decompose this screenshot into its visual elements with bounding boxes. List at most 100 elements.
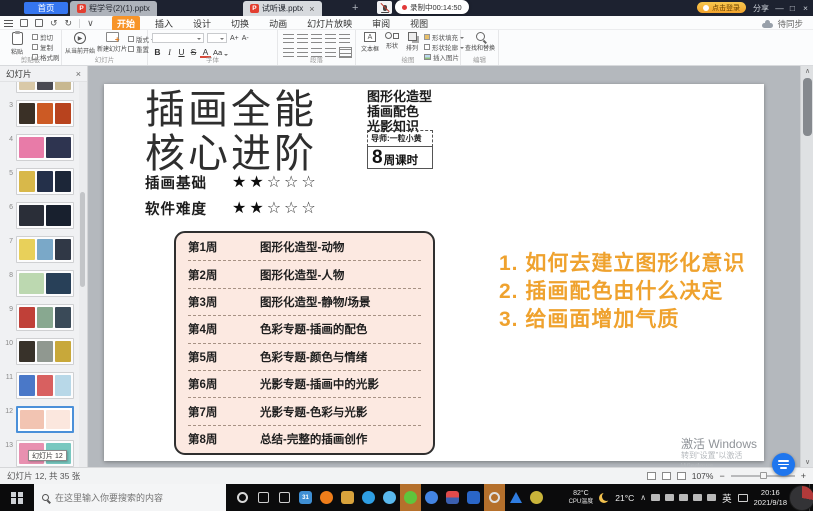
slide-thumbnail[interactable]: 11 <box>2 372 78 406</box>
recording-indicator[interactable]: 录制中00:14:50 <box>395 0 469 14</box>
slide-thumbnail-image[interactable] <box>16 82 74 93</box>
slide-thumbnail[interactable]: 7 <box>2 236 78 270</box>
ribbon-tab[interactable]: 设计 <box>188 16 216 31</box>
ribbon-tab[interactable]: 动画 <box>264 16 292 31</box>
wechat-icon[interactable] <box>400 484 421 511</box>
slide-thumbnail-image[interactable] <box>16 304 74 331</box>
minimize-button[interactable]: — <box>773 3 786 13</box>
ribbon-tab[interactable]: 视图 <box>405 16 433 31</box>
close-button[interactable]: × <box>799 3 812 13</box>
cut-button[interactable]: 剪切 <box>32 33 60 41</box>
slide-thumbnail[interactable]: 10 <box>2 338 78 372</box>
login-button[interactable]: 点击登录 <box>697 2 746 13</box>
paste-button[interactable]: 粘贴 <box>5 32 29 56</box>
print-icon[interactable] <box>35 19 43 27</box>
slide-thumbnail[interactable]: 9 <box>2 304 78 338</box>
slide-thumbnail[interactable]: 4 <box>2 134 78 168</box>
panel-scrollbar-thumb[interactable] <box>80 192 85 287</box>
panel-close-icon[interactable]: × <box>76 69 81 79</box>
slide-thumbnail-image[interactable] <box>16 134 74 161</box>
arrange-button[interactable]: 排列 <box>402 32 422 52</box>
slide-thumbnail[interactable]: 3 <box>2 100 78 134</box>
redo-icon[interactable]: ↻ <box>65 18 73 28</box>
current-slide[interactable]: 插画全能 核心进阶 图形化造型插画配色光影知识 导师:一粒小黄 8 周课时 插画… <box>104 84 764 461</box>
map-icon[interactable] <box>505 484 526 511</box>
store-icon[interactable] <box>274 484 295 511</box>
ribbon-tab[interactable]: 幻灯片放映 <box>302 16 357 31</box>
textbox-button[interactable]: A 文本框 <box>358 32 382 53</box>
slide-thumbnail-image[interactable] <box>16 100 74 127</box>
slide-thumbnail-image[interactable] <box>16 406 74 433</box>
canvas-scrollbar[interactable]: ∧ ∨ <box>800 66 813 467</box>
chevron-up-icon[interactable]: ∧ <box>640 494 646 502</box>
numbering-icon[interactable] <box>297 34 308 43</box>
browser-icon[interactable] <box>421 484 442 511</box>
folder-tray-icon[interactable] <box>679 494 688 501</box>
shapes-button[interactable]: 形状 <box>382 32 402 50</box>
calendar-icon[interactable]: 31 <box>295 484 316 511</box>
shape-fill-button[interactable]: 形状填充 <box>424 33 464 41</box>
volume-icon[interactable] <box>707 494 716 501</box>
play-from-current-button[interactable]: ▶ 从当前开始 <box>64 32 96 55</box>
clock-widget[interactable]: 20:16 2021/9/18 <box>754 488 787 507</box>
cortana-icon[interactable] <box>232 484 253 511</box>
font-name-select[interactable] <box>152 33 204 43</box>
taskbar-search[interactable] <box>34 484 226 511</box>
slide-thumbnail[interactable]: 6 <box>2 202 78 236</box>
zoom-out-button[interactable]: − <box>719 472 724 481</box>
edge-icon[interactable] <box>358 484 379 511</box>
line-spacing-icon[interactable] <box>339 34 350 43</box>
chat-assistant-button[interactable] <box>772 453 795 476</box>
new-tab-button[interactable]: + <box>352 1 358 15</box>
firefox-icon[interactable] <box>316 484 337 511</box>
ribbon-tab[interactable]: 切换 <box>226 16 254 31</box>
zoom-slider-knob[interactable] <box>760 472 767 479</box>
file-explorer-icon[interactable] <box>337 484 358 511</box>
recorder-floating-button[interactable] <box>789 485 813 511</box>
decrease-indent-icon[interactable] <box>311 34 322 43</box>
slide-thumbnail-image[interactable] <box>16 202 74 229</box>
find-replace-button[interactable]: 查找和替换 <box>463 32 497 52</box>
scroll-up-icon[interactable]: ∧ <box>801 67 813 75</box>
tab-close-icon[interactable]: × <box>309 4 314 14</box>
document-tab[interactable]: P 试听课.pptx × <box>243 1 322 16</box>
slide-thumbnail[interactable]: 8 <box>2 270 78 304</box>
game-icon[interactable] <box>526 484 547 511</box>
slide-thumbnail[interactable]: 2 <box>2 82 78 100</box>
new-slide-button[interactable]: 新建幻灯片 <box>96 32 128 53</box>
network-icon[interactable] <box>693 494 702 501</box>
customize-toolbar-icon[interactable]: ∨ <box>87 18 94 28</box>
slide-thumbnail-image[interactable] <box>16 270 74 297</box>
ie-icon[interactable] <box>379 484 400 511</box>
cloud-tray-icon[interactable] <box>651 494 660 501</box>
recorder-icon[interactable] <box>484 484 505 511</box>
slide-thumbnail-image[interactable] <box>16 168 74 195</box>
grow-font-button[interactable]: A+ <box>230 35 239 42</box>
font-size-select[interactable] <box>207 33 227 43</box>
security-icon[interactable] <box>442 484 463 511</box>
menu-icon[interactable] <box>4 20 13 27</box>
slideshow-view-icon[interactable] <box>677 472 686 480</box>
ribbon-tab[interactable]: 插入 <box>150 16 178 31</box>
shrink-font-button[interactable]: A- <box>242 35 249 42</box>
usb-icon[interactable] <box>665 494 674 501</box>
home-tab[interactable]: 首页 <box>24 2 68 14</box>
scroll-down-icon[interactable]: ∨ <box>801 458 813 466</box>
task-view-icon[interactable] <box>253 484 274 511</box>
ime-indicator[interactable]: 英 <box>722 491 732 505</box>
normal-view-icon[interactable] <box>647 472 656 480</box>
start-button[interactable] <box>0 484 34 511</box>
save-icon[interactable] <box>20 19 28 27</box>
undo-icon[interactable]: ↺ <box>50 18 58 28</box>
slide-thumbnail-image[interactable] <box>16 372 74 399</box>
maximize-button[interactable]: □ <box>786 3 799 13</box>
slide-thumbnail-image[interactable] <box>16 338 74 365</box>
panel-scrollbar[interactable] <box>79 82 87 467</box>
slide-thumbnail-image[interactable] <box>16 236 74 263</box>
ribbon-tab[interactable]: 开始 <box>112 16 140 31</box>
ribbon-tab[interactable]: 审阅 <box>367 16 395 31</box>
shape-outline-button[interactable]: 形状轮廓 <box>424 43 464 51</box>
zoom-in-button[interactable]: + <box>801 472 806 481</box>
app-icon[interactable] <box>463 484 484 511</box>
canvas-scrollbar-thumb[interactable] <box>803 78 812 136</box>
